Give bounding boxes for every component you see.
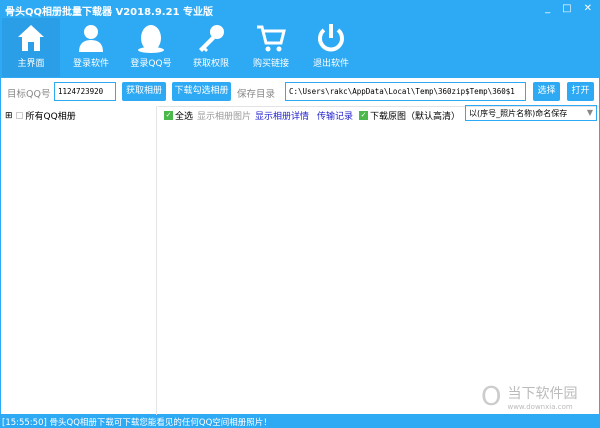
qq-icon: [138, 25, 164, 53]
toolbar-label: 主界面: [17, 59, 45, 69]
minimize-button[interactable]: _: [545, 3, 550, 14]
show-images-option[interactable]: 显示相册图片: [197, 109, 251, 122]
open-button[interactable]: 打开: [567, 82, 594, 101]
status-bar: [15:55:50] 骨头QQ相册下载可下载您能看见的任何QQ空间相册照片！: [2, 418, 272, 428]
toolbar-label: 登录软件: [72, 59, 109, 69]
select-all-checkbox[interactable]: ✓ 全选: [164, 109, 193, 122]
fetch-albums-button[interactable]: 获取相册: [122, 82, 166, 101]
watermark-logo: O 当下软件园 www.downxia.com: [481, 382, 578, 412]
choose-button[interactable]: 选择: [533, 82, 560, 101]
qq-label: 目标QQ号: [7, 89, 51, 100]
chevron-down-icon: ▼: [586, 108, 593, 117]
toolbar-label: 退出软件: [312, 59, 349, 69]
show-details-link[interactable]: 显示相册详情: [255, 109, 309, 122]
toolbar-label: 购买链接: [252, 59, 289, 69]
toolbar-get-permission[interactable]: 获取权限: [182, 18, 240, 77]
window-title: 骨头QQ相册批量下载器 V2018.9.21 专业版: [5, 7, 214, 18]
maximize-button[interactable]: □: [562, 3, 571, 14]
toolbar-label: 登录QQ号: [130, 59, 172, 69]
check-icon: ✓: [164, 111, 173, 120]
user-icon: [79, 25, 103, 52]
check-icon: ✓: [359, 111, 368, 120]
home-icon: [18, 25, 44, 51]
tree-checkbox[interactable]: [15, 112, 23, 119]
key-icon: [199, 25, 224, 52]
main-panel: 目标QQ号 1124723920 获取相册 下载勾选相册 保存目录 C:\Use…: [0, 77, 600, 415]
album-tree: ⊞ 所有QQ相册: [1, 106, 157, 415]
save-dir-label: 保存目录: [237, 89, 276, 100]
toolbar-buy-link[interactable]: 购买链接: [242, 18, 300, 77]
download-original-checkbox[interactable]: ✓ 下载原图（默认高清）: [359, 109, 460, 122]
close-button[interactable]: ✕: [584, 3, 592, 14]
naming-select[interactable]: 以(序号_照片名称)命名保存 ▼: [465, 105, 597, 121]
tree-root[interactable]: 所有QQ相册: [26, 109, 76, 122]
expand-icon[interactable]: ⊞: [5, 111, 13, 121]
qq-input[interactable]: 1124723920: [54, 82, 116, 101]
toolbar-login-software[interactable]: 登录软件: [62, 18, 120, 77]
download-selected-button[interactable]: 下载勾选相册: [172, 82, 231, 101]
cart-icon: [257, 25, 286, 52]
power-icon: [318, 24, 344, 52]
toolbar-login-qq[interactable]: 登录QQ号: [122, 18, 180, 77]
toolbar-exit[interactable]: 退出软件: [302, 18, 360, 77]
save-dir-input[interactable]: C:\Users\rakc\AppData\Local\Temp\360zip$…: [285, 82, 526, 101]
toolbar-label: 获取权限: [192, 59, 229, 69]
toolbar-home[interactable]: 主界面: [2, 18, 60, 77]
transfer-log-link[interactable]: 传输记录: [317, 109, 353, 122]
